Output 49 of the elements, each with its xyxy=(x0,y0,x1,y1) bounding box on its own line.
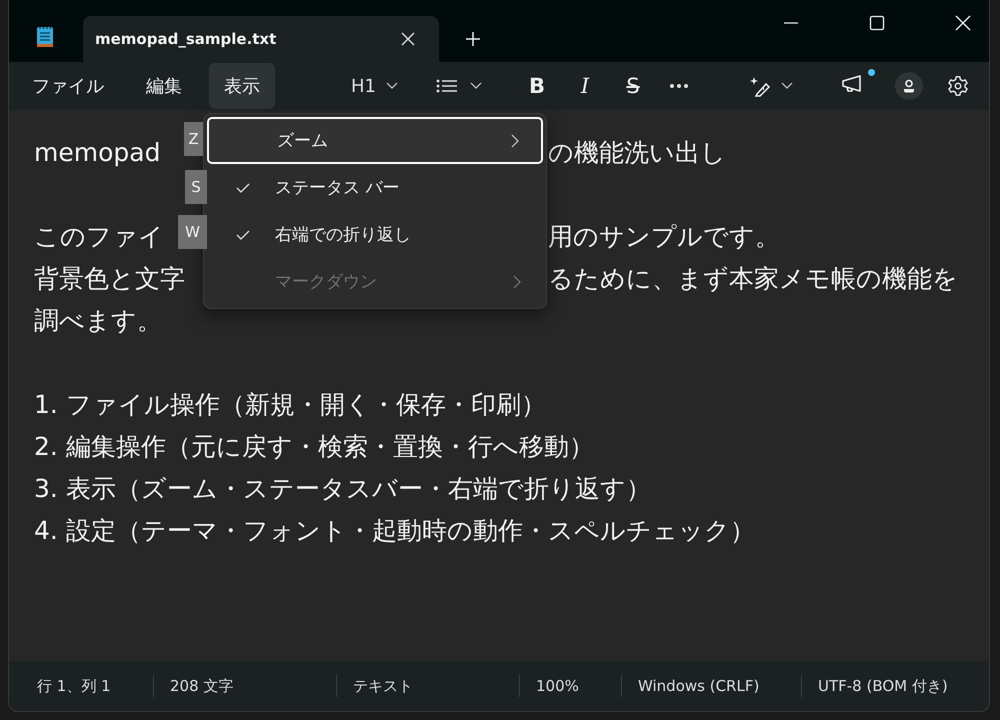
text-line: memopad xyxy=(34,137,160,169)
ai-pen-dropdown[interactable] xyxy=(749,75,793,97)
status-text: Windows (CRLF) xyxy=(638,677,760,695)
chevron-right-icon xyxy=(513,274,521,288)
close-icon[interactable] xyxy=(955,15,971,31)
person-icon xyxy=(901,78,917,94)
access-key-hint: S xyxy=(185,170,207,204)
menu-item[interactable]: 右端での折り返し xyxy=(207,211,543,258)
chevron-right-icon xyxy=(511,134,519,148)
text-line: このファイ xyxy=(34,221,164,253)
text-line: 背景色と文字 xyxy=(34,263,185,295)
maximize-icon[interactable] xyxy=(869,15,885,31)
document-tab[interactable]: memopad_sample.txt xyxy=(83,16,439,62)
menu-item[interactable]: 表示 xyxy=(209,63,275,109)
text-line: るために、まず本家メモ帳の機能を xyxy=(548,263,959,295)
more-icon[interactable] xyxy=(669,83,689,89)
status-text: テキスト xyxy=(353,676,413,696)
text-line: 調べます。 xyxy=(34,305,162,337)
heading-dropdown[interactable]: H1 xyxy=(349,76,400,96)
text-line: 1. ファイル操作（新規・開く・保存・印刷） xyxy=(34,389,546,421)
text-line: 用のサンプルです。 xyxy=(548,221,781,253)
chevron-down-icon xyxy=(781,82,793,90)
italic-button[interactable]: I xyxy=(572,74,598,98)
close-icon[interactable] xyxy=(401,32,415,46)
status-text: 行 1、列 1 xyxy=(37,676,111,696)
access-key-hint: W xyxy=(178,215,207,249)
access-key-hint: Z xyxy=(184,122,203,156)
sparkle-pen-icon xyxy=(749,75,771,97)
status-text: UTF-8 (BOM 付き) xyxy=(818,676,948,696)
menu-item[interactable]: ファイル xyxy=(17,63,119,109)
bold-button[interactable]: B xyxy=(524,74,550,98)
menu-item[interactable]: ステータス バー xyxy=(207,164,543,211)
text-line: 3. 表示（ズーム・ステータスバー・右端で折り返す） xyxy=(34,473,651,505)
text-line: 4. 設定（テーマ・フォント・起動時の動作・スペルチェック） xyxy=(34,515,755,547)
notepad-icon xyxy=(35,25,55,49)
list-icon xyxy=(436,78,458,94)
account-button[interactable] xyxy=(895,72,923,100)
settings-icon[interactable] xyxy=(947,75,969,97)
chevron-down-icon xyxy=(386,82,398,90)
chevron-down-icon xyxy=(470,82,482,90)
status-text: 208 文字 xyxy=(170,676,234,696)
menu-item[interactable]: ズーム xyxy=(207,117,543,164)
strikethrough-button[interactable]: S xyxy=(620,74,646,98)
menu-item[interactable]: 編集 xyxy=(131,63,197,109)
add-tab-icon[interactable] xyxy=(465,31,481,47)
list-dropdown[interactable] xyxy=(436,78,482,94)
status-text: 100% xyxy=(536,677,579,695)
text-line: 2. 編集操作（元に戻す・検索・置換・行へ移動） xyxy=(34,431,594,463)
text-line: の機能洗い出し xyxy=(548,137,727,169)
